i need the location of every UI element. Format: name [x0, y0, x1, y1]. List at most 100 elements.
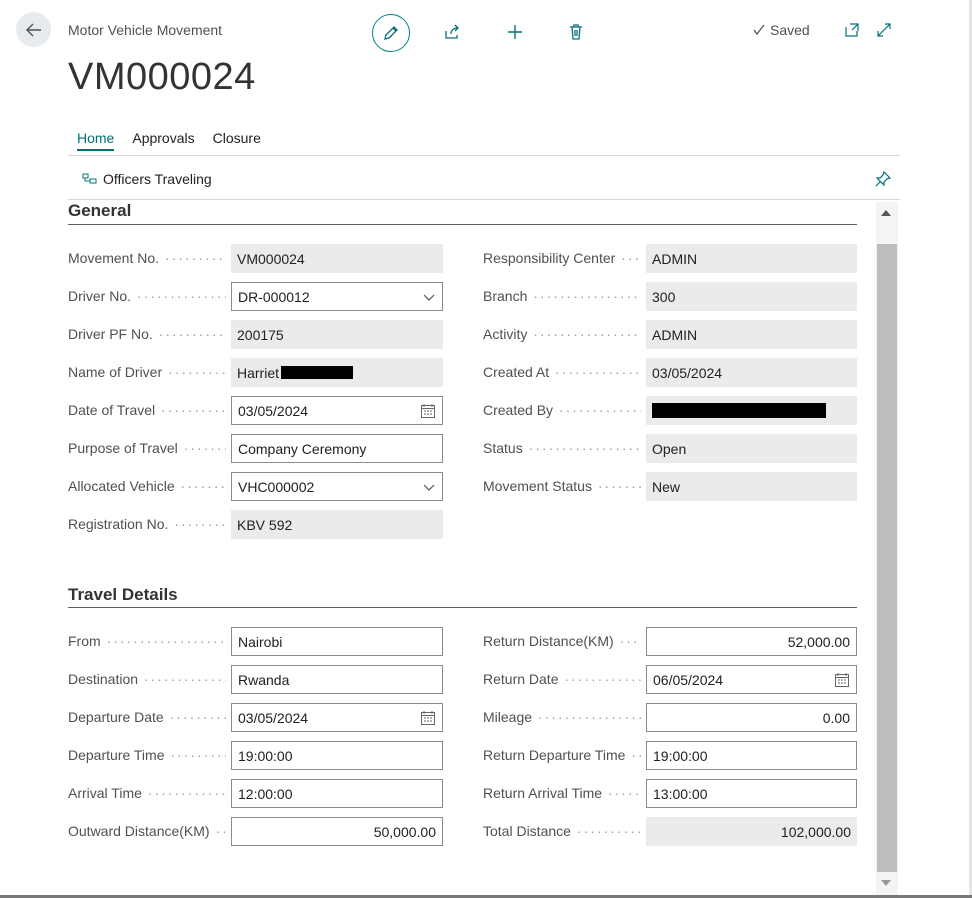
delete-button[interactable]: [558, 14, 594, 50]
label-outward-distance-km: Outward Distance(KM) ···················…: [68, 823, 226, 839]
officers-traveling-action[interactable]: Officers Traveling: [82, 171, 212, 187]
field-value: 13:00:00: [653, 785, 708, 802]
label-text: Total Distance: [483, 823, 571, 839]
plus-icon: [508, 25, 522, 39]
field-value: 0.00: [822, 709, 850, 726]
field-destination[interactable]: Rwanda: [231, 665, 443, 694]
field-value: Rwanda: [238, 671, 290, 688]
label-registration-no: Registration No. ·······················…: [68, 516, 226, 532]
redaction-bar: [652, 403, 826, 418]
label-purpose-of-travel: Purpose of Travel ······················…: [68, 440, 226, 456]
label-leader-dots: ···································: [537, 709, 641, 725]
field-return-arrival-time[interactable]: 13:00:00: [646, 779, 857, 808]
label-movement-status: Movement Status ························…: [483, 478, 641, 494]
label-return-arrival-time: Return Arrival Time ····················…: [483, 785, 641, 801]
field-movement-no: VM000024: [231, 244, 443, 273]
field-value: 19:00:00: [238, 747, 293, 764]
label-name-of-driver: Name of Driver ·························…: [68, 364, 226, 380]
label-mileage: Mileage ································…: [483, 709, 641, 725]
label-text: Return Departure Time: [483, 747, 626, 763]
dropdown-button[interactable]: [422, 292, 436, 302]
label-text: Registration No.: [68, 516, 169, 532]
scroll-down-icon[interactable]: [879, 878, 893, 888]
field-value: 52,000.00: [787, 633, 850, 650]
label-leader-dots: ···································: [143, 671, 226, 687]
label-text: Arrival Time: [68, 785, 142, 801]
date-picker-button[interactable]: [834, 672, 850, 688]
scroll-up-icon[interactable]: [879, 208, 893, 218]
field-branch: 300: [646, 282, 857, 311]
field-outward-distance-km[interactable]: 50,000.00: [231, 817, 443, 846]
label-text: Allocated Vehicle: [68, 478, 175, 494]
dropdown-button[interactable]: [422, 482, 436, 492]
page-subtitle: Motor Vehicle Movement: [68, 22, 223, 38]
label-leader-dots: ···································: [533, 326, 641, 342]
field-driver-no[interactable]: DR-000012: [231, 282, 443, 311]
label-text: Return Distance(KM): [483, 633, 614, 649]
label-responsibility-center: Responsibility Center ··················…: [483, 250, 641, 266]
field-value: 12:00:00: [238, 785, 293, 802]
label-leader-dots: ···································: [597, 478, 641, 494]
open-new-window-icon: [845, 23, 859, 37]
field-value: 300: [652, 288, 676, 305]
field-return-distance-km[interactable]: 52,000.00: [646, 627, 857, 656]
tab-closure[interactable]: Closure: [204, 128, 270, 152]
field-allocated-vehicle[interactable]: VHC000002: [231, 472, 443, 501]
label-destination: Destination ····························…: [68, 671, 226, 687]
pin-button[interactable]: [874, 170, 894, 190]
field-value: ADMIN: [652, 326, 698, 343]
label-leader-dots: ···································: [631, 747, 641, 763]
label-leader-dots: ···································: [164, 250, 226, 266]
label-driver-pf-no: Driver PF No. ··························…: [68, 326, 226, 342]
label-leader-dots: ···································: [607, 785, 641, 801]
label-leader-dots: ···································: [619, 633, 641, 649]
label-from: From ···································: [68, 633, 226, 649]
field-departure-date[interactable]: 03/05/2024: [231, 703, 443, 732]
field-date-of-travel[interactable]: 03/05/2024: [231, 396, 443, 425]
field-total-distance: 102,000.00: [646, 817, 857, 846]
date-picker-button[interactable]: [420, 403, 436, 419]
field-value: DR-000012: [238, 288, 310, 305]
expand-button[interactable]: [874, 20, 894, 40]
back-arrow-icon: [25, 23, 41, 36]
field-value: Nairobi: [238, 633, 283, 650]
field-departure-time[interactable]: 19:00:00: [231, 741, 443, 770]
tab-home[interactable]: Home: [68, 128, 123, 152]
label-leader-dots: ···································: [168, 364, 226, 380]
new-button[interactable]: [497, 14, 533, 50]
field-value: KBV 592: [237, 516, 293, 533]
open-new-window-button[interactable]: [842, 20, 862, 40]
pencil-icon: [384, 26, 398, 40]
field-mileage[interactable]: 0.00: [646, 703, 857, 732]
section-rule: [68, 607, 857, 608]
share-button[interactable]: [434, 14, 470, 50]
edit-button[interactable]: [372, 14, 410, 52]
label-text: Created By: [483, 402, 554, 418]
tab-approvals[interactable]: Approvals: [123, 128, 203, 152]
field-return-departure-time[interactable]: 19:00:00: [646, 741, 857, 770]
share-icon: [445, 24, 459, 39]
label-leader-dots: ···································: [169, 709, 226, 725]
label-status: Status ·································…: [483, 440, 641, 456]
label-activity: Activity ·······························…: [483, 326, 641, 342]
label-leader-dots: ···································: [174, 516, 226, 532]
back-button[interactable]: [16, 12, 51, 47]
field-value: 03/05/2024: [238, 402, 309, 419]
field-value: 06/05/2024: [653, 671, 724, 688]
date-picker-button[interactable]: [420, 710, 436, 726]
label-text: Driver PF No.: [68, 326, 153, 342]
field-return-date[interactable]: 06/05/2024: [646, 665, 857, 694]
scrollbar-thumb[interactable]: [877, 244, 897, 872]
label-leader-dots: ···································: [555, 364, 641, 380]
label-leader-dots: ···································: [106, 633, 226, 649]
saved-indicator: Saved: [752, 22, 810, 38]
field-value: New: [652, 478, 681, 495]
field-arrival-time[interactable]: 12:00:00: [231, 779, 443, 808]
label-arrival-time: Arrival Time ···························…: [68, 785, 226, 801]
field-purpose-of-travel[interactable]: Company Ceremony: [231, 434, 443, 463]
calendar-icon: [421, 403, 435, 418]
field-from[interactable]: Nairobi: [231, 627, 443, 656]
label-created-by: Created By ·····························…: [483, 402, 641, 418]
field-value: 50,000.00: [373, 823, 436, 840]
label-text: Movement No.: [68, 250, 160, 266]
